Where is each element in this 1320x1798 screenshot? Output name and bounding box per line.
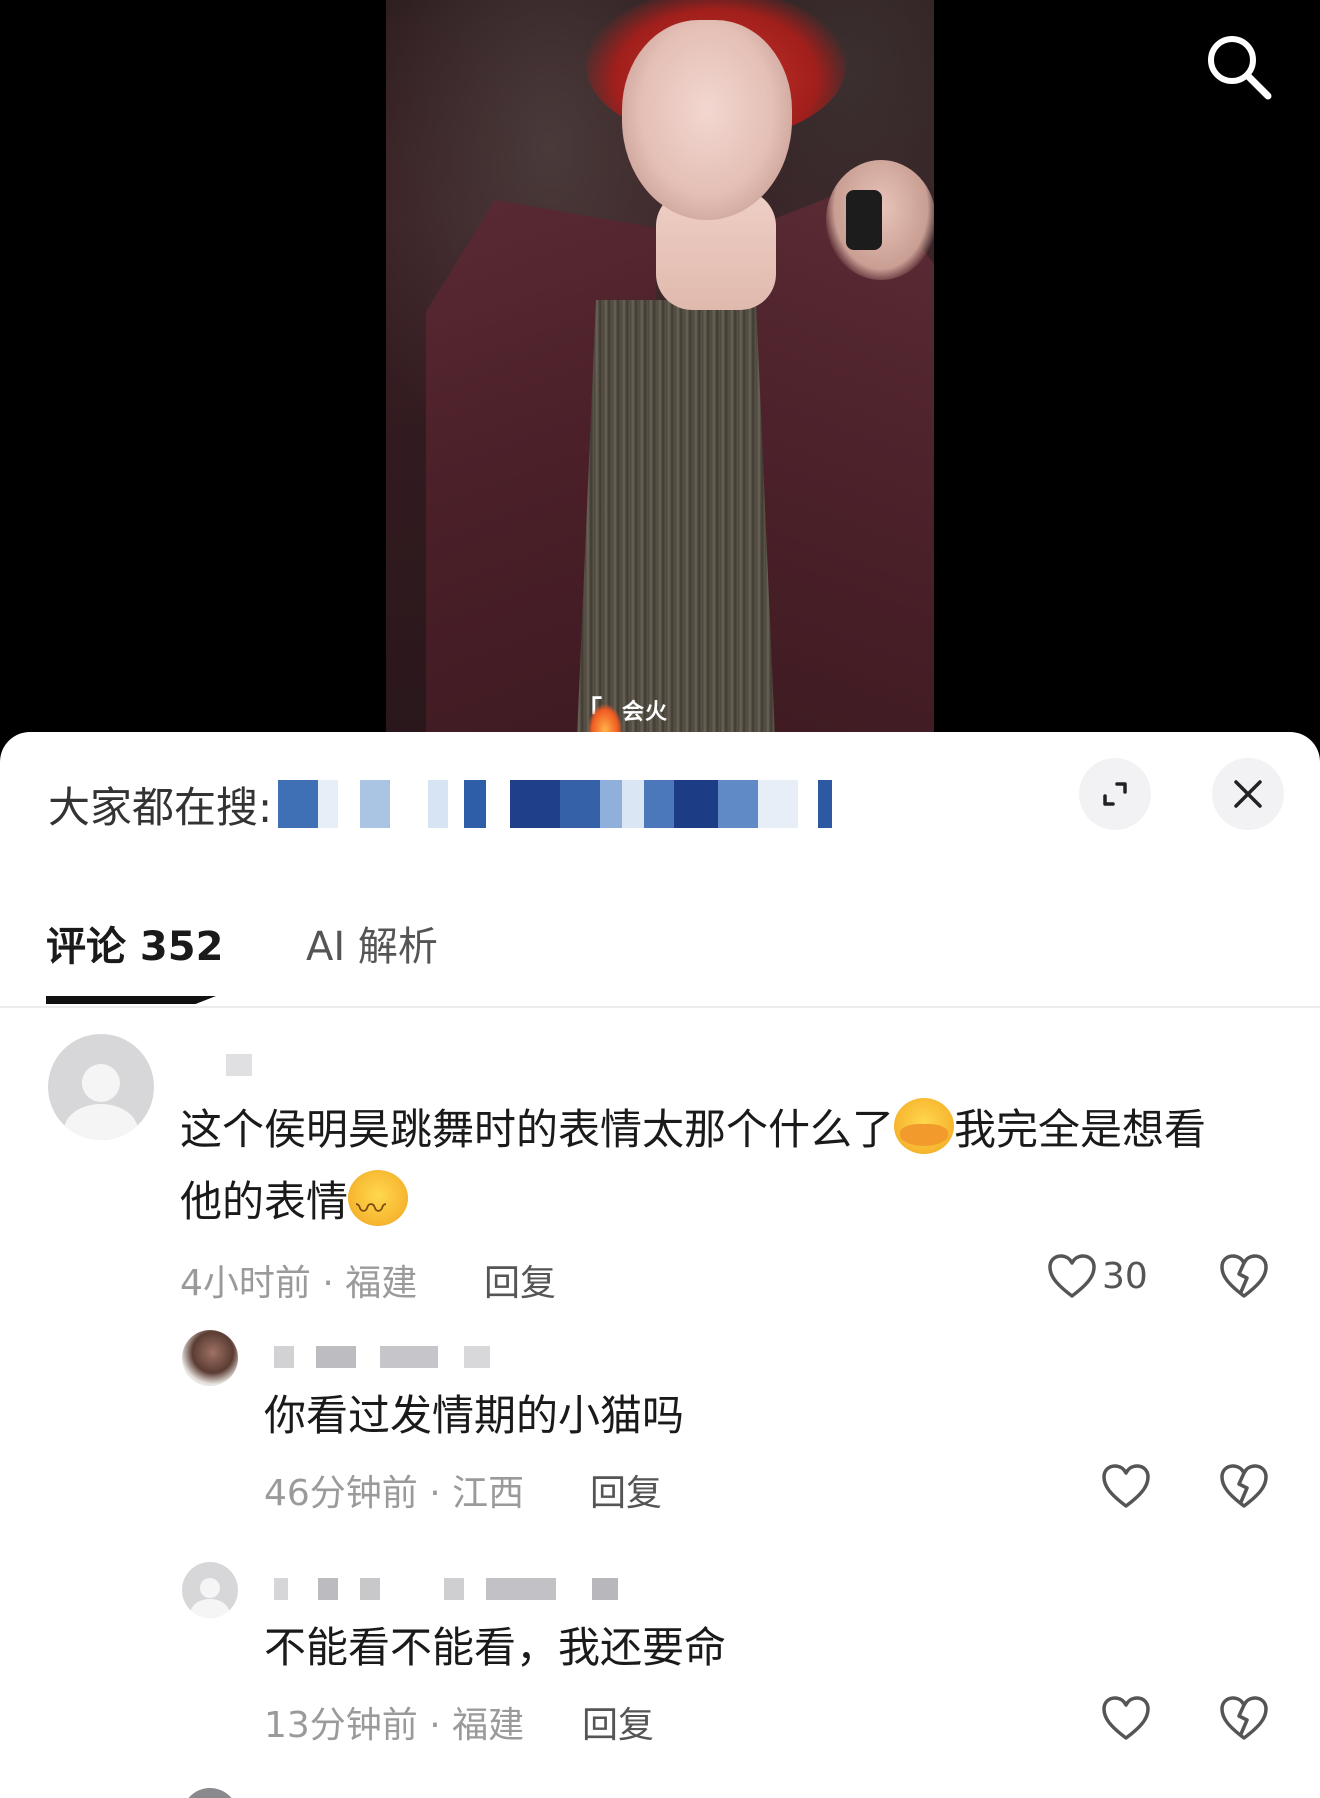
comment-text: 这个侯明昊跳舞时的表情太那个什么了 我完全是想看 他的表情 <box>180 1094 1280 1246</box>
reply-button[interactable]: 回复 <box>590 1464 662 1516</box>
smug-emoji-icon <box>348 1170 409 1246</box>
video-figure-watch <box>846 190 882 250</box>
broken-heart-icon <box>1220 1254 1268 1298</box>
reply-button[interactable]: 回复 <box>484 1254 556 1306</box>
comment-text-part: 这个侯明昊跳舞时的表情太那个什么了 <box>180 1105 895 1154</box>
heart-icon <box>1102 1696 1150 1740</box>
comment-text-part: 我完全是想看 <box>954 1105 1207 1154</box>
tab-ai-analysis[interactable]: AI 解析 <box>306 914 438 972</box>
comment-text-part: 他的表情 <box>180 1177 349 1226</box>
username-censored[interactable] <box>274 1346 494 1370</box>
reply-button[interactable]: 回复 <box>582 1696 654 1748</box>
video-player[interactable]: 「 会火 <box>0 0 1320 740</box>
dislike-button[interactable] <box>1218 1252 1270 1304</box>
like-button[interactable]: 30 <box>1046 1252 1148 1300</box>
comment-time-location: 4小时前 · 福建 <box>180 1263 418 1304</box>
broken-heart-icon <box>1220 1464 1268 1508</box>
close-button[interactable] <box>1212 758 1284 830</box>
avatar[interactable] <box>182 1562 238 1618</box>
comment-text: 不能看不能看，我还要命 <box>264 1623 727 1672</box>
username-censored[interactable] <box>196 1054 256 1078</box>
video-figure-face <box>622 20 792 220</box>
dislike-button[interactable] <box>1218 1462 1270 1514</box>
avatar[interactable] <box>48 1034 154 1140</box>
heart-icon <box>1048 1254 1096 1298</box>
video-frame[interactable]: 「 会火 <box>386 0 934 740</box>
avatar[interactable] <box>182 1788 238 1798</box>
dislike-button[interactable] <box>1218 1694 1270 1746</box>
video-figure-shirt <box>576 300 776 740</box>
avatar[interactable] <box>182 1330 238 1386</box>
like-button[interactable] <box>1100 1462 1152 1510</box>
search-button[interactable] <box>1200 28 1276 104</box>
covering-mouth-emoji-icon <box>894 1098 955 1154</box>
expand-icon <box>1103 782 1127 806</box>
close-icon <box>1234 780 1262 808</box>
hot-search-bar[interactable]: 大家都在搜: <box>48 774 848 834</box>
hot-search-query-censored[interactable] <box>278 780 848 828</box>
like-count: 30 <box>1102 1255 1148 1297</box>
username-censored[interactable] <box>274 1578 624 1602</box>
comment-time-location: 46分钟前 · 江西 <box>264 1473 525 1514</box>
expand-button[interactable] <box>1079 758 1151 830</box>
tab-comments[interactable]: 评论 352 <box>46 914 223 972</box>
hot-search-label: 大家都在搜: <box>48 782 273 832</box>
logo-text: 会火 <box>622 700 669 725</box>
search-icon <box>1208 36 1272 100</box>
comment-text: 你看过发情期的小猫吗 <box>264 1391 685 1440</box>
comment-sheet: 大家都在搜: 评论 352 AI 解析 这个侯明昊跳舞时的表情太那个什么了 我完… <box>0 732 1320 1798</box>
sheet-tabs: 评论 352 AI 解析 <box>0 872 1320 1008</box>
comment-time-location: 13分钟前 · 福建 <box>264 1705 525 1746</box>
broken-heart-icon <box>1220 1696 1268 1740</box>
like-button[interactable] <box>1100 1694 1152 1742</box>
tab-active-indicator <box>46 996 216 1004</box>
heart-icon <box>1102 1464 1150 1508</box>
